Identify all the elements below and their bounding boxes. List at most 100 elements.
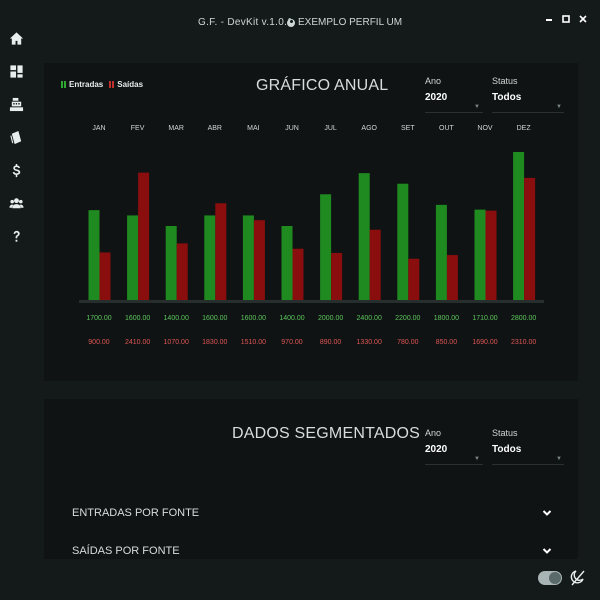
value-label-entradas-jun: 1400.00 xyxy=(279,315,304,322)
month-label-mai: MAI xyxy=(247,125,260,132)
month-label-jan: JAN xyxy=(92,125,105,132)
bar-entradas-fev[interactable] xyxy=(127,215,139,300)
help-icon xyxy=(13,230,20,242)
value-label-entradas-out: 1800.00 xyxy=(434,315,459,322)
bar-saidas-out[interactable] xyxy=(446,255,458,300)
sidebar-item-users[interactable] xyxy=(0,187,32,220)
sidebar-item-finance[interactable] xyxy=(0,154,32,187)
bar-saidas-jul[interactable] xyxy=(331,252,343,300)
app-title: G.F. - DevKit v.1.0.1 xyxy=(198,17,294,28)
bar-entradas-jan[interactable] xyxy=(88,210,100,300)
segmented-title: DADOS SEGMENTADOS xyxy=(232,425,421,442)
dark-mode-icon[interactable] xyxy=(570,569,586,587)
bar-entradas-jul[interactable] xyxy=(320,194,332,300)
value-label-entradas-jul: 2000.00 xyxy=(318,315,343,322)
maximize-button[interactable] xyxy=(560,14,572,26)
value-label-saidas-set: 780.00 xyxy=(397,339,419,346)
value-label-entradas-jan: 1700.00 xyxy=(86,315,111,322)
caret-down-icon: ▼ xyxy=(556,456,562,462)
segmented-status-value: Todos xyxy=(492,444,522,455)
minimize-button[interactable] xyxy=(543,14,555,26)
bar-saidas-fev[interactable] xyxy=(138,172,150,300)
bar-entradas-out[interactable] xyxy=(435,204,447,300)
close-button[interactable] xyxy=(577,14,589,26)
receipt-icon xyxy=(9,130,21,145)
month-label-abr: ABR xyxy=(208,125,222,132)
value-label-entradas-mar: 1400.00 xyxy=(164,315,189,322)
bar-saidas-mar[interactable] xyxy=(176,243,188,300)
dashboard-grid-icon xyxy=(9,65,23,78)
bar-entradas-ago[interactable] xyxy=(358,173,370,300)
bar-entradas-nov[interactable] xyxy=(474,209,486,300)
segmented-year-underline xyxy=(425,464,483,465)
title-bar: G.F. - DevKit v.1.0.1 EXEMPLO PERFIL UM xyxy=(0,0,600,44)
segmented-status-select[interactable]: Status Todos ▼ xyxy=(492,428,564,465)
users-icon xyxy=(8,198,24,209)
segmented-year-value: 2020 xyxy=(425,444,448,455)
value-label-entradas-mai: 1600.00 xyxy=(241,315,266,322)
value-label-saidas-mar: 1070.00 xyxy=(164,339,189,346)
segmented-year-select[interactable]: Ano 2020 ▼ xyxy=(425,428,483,465)
user-circle-icon xyxy=(287,18,295,27)
bar-saidas-mai[interactable] xyxy=(253,220,265,300)
value-label-saidas-out: 850.00 xyxy=(436,339,458,346)
value-label-entradas-nov: 1710.00 xyxy=(472,315,497,322)
minimize-icon xyxy=(546,19,552,21)
caret-down-icon: ▼ xyxy=(474,456,480,462)
value-label-saidas-ago: 1330.00 xyxy=(357,339,382,346)
bar-saidas-dez[interactable] xyxy=(524,177,536,300)
chevron-down-icon xyxy=(542,548,552,554)
entradas-por-fonte-label: ENTRADAS POR FONTE xyxy=(72,507,200,519)
bar-saidas-nov[interactable] xyxy=(485,210,497,300)
month-label-set: SET xyxy=(401,125,415,132)
saidas-por-fonte-label: SAÍDAS POR FONTE xyxy=(72,545,180,557)
bar-entradas-abr[interactable] xyxy=(204,215,216,300)
month-label-jul: JUL xyxy=(324,125,337,132)
bar-entradas-mar[interactable] xyxy=(165,226,177,300)
toggle-knob xyxy=(549,572,561,584)
segmented-data-card: DADOS SEGMENTADOS Ano 2020 ▼ Status Todo… xyxy=(44,399,578,559)
month-label-nov: NOV xyxy=(477,125,493,132)
month-label-mar: MAR xyxy=(168,125,184,132)
close-icon xyxy=(579,15,587,23)
sidebar-item-receipts[interactable] xyxy=(0,121,32,154)
sidebar-item-dashboard[interactable] xyxy=(0,55,32,88)
value-label-saidas-jun: 970.00 xyxy=(281,339,303,346)
maximize-icon xyxy=(562,15,570,23)
bar-saidas-abr[interactable] xyxy=(215,203,227,300)
segmented-status-label: Status xyxy=(492,428,518,438)
sidebar-item-help[interactable] xyxy=(0,220,32,253)
bar-saidas-ago[interactable] xyxy=(369,229,381,300)
value-label-entradas-fev: 1600.00 xyxy=(125,315,150,322)
value-label-entradas-abr: 1600.00 xyxy=(202,315,227,322)
sidebar-item-home[interactable] xyxy=(0,22,32,55)
bar-saidas-jun[interactable] xyxy=(292,248,304,300)
month-label-jun: JUN xyxy=(285,125,299,132)
month-label-out: OUT xyxy=(439,125,455,132)
value-label-entradas-ago: 2400.00 xyxy=(357,315,382,322)
cash-register-icon xyxy=(9,97,23,112)
bar-entradas-set[interactable] xyxy=(397,183,409,300)
segmented-status-underline xyxy=(492,464,564,465)
dollar-icon xyxy=(12,163,20,178)
theme-toggle[interactable] xyxy=(538,571,562,585)
month-label-ago: AGO xyxy=(361,125,377,132)
bar-entradas-dez[interactable] xyxy=(513,152,525,300)
bar-entradas-jun[interactable] xyxy=(281,226,293,300)
annual-bar-chart: JAN FEV MAR ABR MAI JUN JUL AGO SET OUT NOV DEZ 170… xyxy=(79,125,544,346)
segmented-year-label: Ano xyxy=(425,428,442,438)
value-label-saidas-nov: 1690.00 xyxy=(472,339,497,346)
saidas-por-fonte-row[interactable]: SAÍDAS POR FONTE xyxy=(72,545,552,563)
profile-indicator[interactable]: EXEMPLO PERFIL UM xyxy=(287,17,402,28)
chevron-down-icon xyxy=(542,510,552,516)
entradas-por-fonte-row[interactable]: ENTRADAS POR FONTE xyxy=(72,507,552,525)
value-label-saidas-mai: 1510.00 xyxy=(241,339,266,346)
month-label-dez: DEZ xyxy=(517,125,532,132)
bar-saidas-jan[interactable] xyxy=(99,252,111,300)
sidebar-item-cash-register[interactable] xyxy=(0,88,32,121)
month-label-fev: FEV xyxy=(131,125,145,132)
value-label-saidas-jul: 890.00 xyxy=(320,339,342,346)
value-label-entradas-dez: 2800.00 xyxy=(511,315,536,322)
bar-saidas-set[interactable] xyxy=(408,258,420,300)
bar-entradas-mai[interactable] xyxy=(242,215,254,300)
